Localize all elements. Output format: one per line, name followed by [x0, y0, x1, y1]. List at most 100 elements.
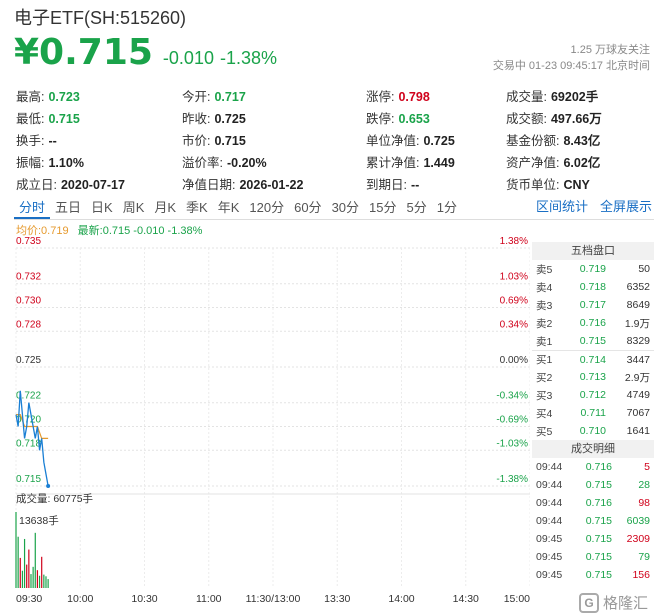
ob-price: 0.717: [579, 299, 606, 311]
pct-tick-label: -0.34%: [496, 391, 528, 402]
x-tick-label: 09:30: [16, 593, 42, 605]
y-tick-label: 0.718: [16, 438, 41, 449]
quote-value: 0.723: [48, 89, 80, 104]
quote-label: 最高:: [16, 89, 45, 104]
tab-月K[interactable]: 月K: [149, 197, 181, 219]
tab-年K[interactable]: 年K: [213, 197, 245, 219]
order-book-row: 卖1 0.715 8329: [532, 332, 654, 350]
ob-side: 卖1: [536, 335, 553, 348]
quote-label: 最低:: [16, 111, 45, 126]
chart-actions: 区间统计 全屏展示: [536, 196, 652, 218]
quote-label: 溢价率:: [182, 155, 223, 170]
trade-time: 09:44: [536, 497, 563, 509]
quote-cell: 今开: 0.717: [182, 86, 366, 105]
tab-120分[interactable]: 120分: [244, 197, 289, 219]
quote-value: 0.715: [214, 133, 246, 148]
trade-price: 0.715: [585, 515, 612, 527]
ob-side: 卖4: [536, 281, 553, 294]
pct-tick-label: 1.38%: [500, 236, 528, 247]
x-tick-label: 15:00: [504, 593, 530, 605]
tab-季K[interactable]: 季K: [181, 197, 213, 219]
ob-side: 买3: [536, 389, 553, 402]
quote-value: --: [48, 133, 57, 148]
tab-分时[interactable]: 分时: [14, 197, 51, 219]
quote-value: 69202手: [550, 89, 599, 104]
price-change-pct: -1.38%: [219, 48, 278, 68]
trade-time: 09:45: [536, 551, 563, 563]
y-tick-label: 0.732: [16, 272, 41, 283]
followers-count[interactable]: 1.25 万球友关注: [493, 42, 650, 58]
watermark: G 格隆汇: [578, 592, 648, 613]
quote-cell: 货币单位: CNY: [506, 174, 646, 193]
quote-cell: 换手: --: [16, 130, 182, 149]
order-book-row: 卖3 0.717 8649: [532, 296, 654, 314]
order-book-row: 买3 0.712 4749: [532, 386, 654, 404]
quote-cell: 溢价率: -0.20%: [182, 152, 366, 171]
trade-row: 09:45 0.715 2309: [532, 530, 654, 548]
action-全屏展示[interactable]: 全屏展示: [600, 196, 652, 218]
ob-price: 0.713: [579, 371, 606, 383]
volume-max-label: 13638手: [19, 514, 59, 527]
quote-value: 0.653: [398, 111, 430, 126]
quote-cell: 资产净值: 6.02亿: [506, 152, 646, 171]
ob-price: 0.714: [579, 353, 606, 366]
ob-volume: 8649: [626, 299, 650, 311]
x-tick-label: 14:30: [453, 593, 479, 605]
y-tick-label: 0.730: [16, 296, 41, 307]
trade-price: 0.716: [585, 497, 612, 509]
quote-label: 昨收:: [182, 111, 211, 126]
quote-value: --: [410, 177, 420, 192]
ob-price: 0.711: [580, 407, 607, 419]
quote-value: 497.66万: [550, 111, 602, 126]
trade-price: 0.715: [585, 533, 612, 545]
quote-value: 2026-01-22: [239, 177, 304, 192]
trade-status: 交易中 01-23 09:45:17 北京时间: [492, 60, 650, 72]
chart-tabs: 分时 五日 日K 周K 月K 季K 年K 120分 60分 30分 15分 5分 1分 区间统计 全屏展示: [14, 196, 654, 220]
action-区间统计[interactable]: 区间统计: [536, 196, 588, 218]
x-tick-label: 10:30: [131, 593, 157, 605]
tab-5分[interactable]: 5分: [402, 197, 432, 219]
x-tick-label: 11:00: [196, 593, 222, 605]
order-book-title: 五档盘口: [532, 242, 654, 260]
pct-tick-label: -0.69%: [496, 415, 528, 426]
ob-side: 买4: [536, 407, 553, 420]
quote-cell: 昨收: 0.725: [182, 108, 366, 127]
ob-price: 0.715: [579, 335, 606, 347]
quote-cell: 最高: 0.723: [16, 86, 182, 105]
tab-五日[interactable]: 五日: [50, 197, 86, 219]
trade-price: 0.715: [585, 479, 612, 491]
tab-30分[interactable]: 30分: [327, 197, 364, 219]
tab-周K[interactable]: 周K: [118, 197, 150, 219]
order-book-row: 买2 0.713 2.9万: [532, 368, 654, 386]
price-change: -0.010: [162, 48, 214, 68]
quote-value: 0.717: [214, 89, 246, 104]
quote-cell: 最低: 0.715: [16, 108, 182, 127]
quote-cell: 到期日: --: [366, 174, 506, 193]
ob-volume: 50: [638, 263, 650, 275]
quote-label: 资产净值:: [506, 155, 560, 170]
pct-tick-label: 0.00%: [500, 355, 528, 366]
trade-volume: 28: [638, 479, 650, 491]
tab-15分[interactable]: 15分: [364, 197, 401, 219]
trade-time: 09:45: [536, 569, 563, 581]
ob-side: 卖5: [536, 263, 553, 276]
watermark-text: 格隆汇: [602, 595, 648, 612]
quote-cell: 成立日: 2020-07-17: [16, 174, 182, 193]
trade-row: 09:45 0.715 79: [532, 548, 654, 566]
quote-value: 2020-07-17: [60, 177, 125, 192]
tab-60分[interactable]: 60分: [289, 197, 326, 219]
ob-side: 卖3: [536, 299, 553, 312]
quote-cell: 涨停: 0.798: [366, 86, 506, 105]
trade-price: 0.715: [585, 551, 612, 563]
quote-cell: 累计净值: 1.449: [366, 152, 506, 171]
quote-value: CNY: [563, 177, 590, 192]
tab-日K[interactable]: 日K: [86, 197, 118, 219]
trades-title: 成交明细: [532, 440, 654, 458]
trade-row: 09:45 0.715 156: [532, 566, 654, 584]
intraday-chart[interactable]: 0.735 1.38% 0.732 1.03% 0.730 0.69% 0.728 0.34%…: [0, 236, 530, 615]
gelonghui-logo-icon: G: [578, 592, 599, 613]
pct-tick-label: 0.69%: [500, 296, 528, 307]
tab-1分[interactable]: 1分: [432, 197, 462, 219]
quote-grid: 最高: 0.723 今开: 0.717 涨停: 0.798 成交量: 69202手 最低: 0.7…: [16, 84, 646, 194]
quote-label: 到期日:: [366, 177, 407, 192]
